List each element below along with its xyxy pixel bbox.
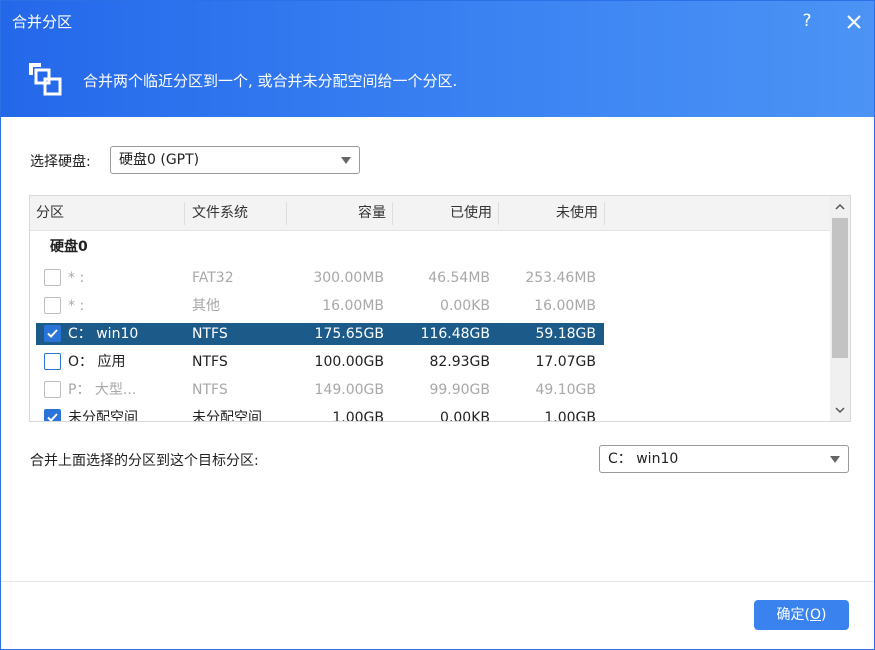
table-row[interactable]: 未分配空间 未分配空间 1.00GB 0.00KB 1.00GB [36, 407, 604, 422]
partition-filesystem: NTFS [192, 382, 228, 398]
partition-filesystem: FAT32 [192, 270, 234, 286]
partition-capacity: 1.00GB [332, 410, 384, 422]
partition-name: * : [68, 298, 85, 314]
partition-unused: 1.00GB [544, 410, 596, 422]
partition-unused: 17.07GB [535, 354, 596, 370]
partition-unused: 16.00MB [534, 298, 596, 314]
merge-partition-dialog: 合并分区 ? 合并两个临近分区到一个, 或合并未分配空间给一个分区. 选择硬盘:… [0, 0, 875, 650]
row-checkbox[interactable] [44, 325, 61, 342]
scroll-down-button[interactable] [830, 401, 850, 419]
disk-select-dropdown[interactable]: 硬盘0 (GPT) [110, 146, 360, 174]
column-divider [392, 202, 393, 225]
dialog-title: 合并分区 [12, 13, 73, 31]
row-checkbox [44, 381, 61, 398]
partition-capacity: 300.00MB [313, 270, 384, 286]
scrollbar-thumb[interactable] [832, 218, 848, 358]
table-header: 分区 文件系统 容量 已使用 未使用 [30, 196, 830, 231]
partition-unused: 59.18GB [535, 326, 596, 342]
disk-group-label: 硬盘0 [50, 239, 88, 255]
partition-name: C： win10 [68, 326, 139, 342]
table-row[interactable]: C： win10 NTFS 175.65GB 116.48GB 59.18GB [36, 323, 604, 345]
row-checkbox [44, 269, 61, 286]
table-row: * : FAT32 300.00MB 46.54MB 253.46MB [36, 267, 604, 289]
column-divider [184, 202, 185, 225]
chevron-down-icon [341, 157, 351, 164]
column-header-filesystem[interactable]: 文件系统 [192, 196, 248, 231]
partition-used: 116.48GB [420, 326, 490, 342]
target-partition-label: 合并上面选择的分区到这个目标分区: [30, 453, 259, 469]
partition-unused: 253.46MB [525, 270, 596, 286]
partition-filesystem: NTFS [192, 326, 228, 342]
column-divider [604, 202, 605, 225]
partition-name: O： 应用 [68, 354, 126, 370]
table-row: * : 其他 16.00MB 0.00KB 16.00MB [36, 295, 604, 317]
chevron-down-icon [835, 407, 845, 414]
column-header-unused[interactable]: 未使用 [504, 196, 598, 231]
row-checkbox [44, 297, 61, 314]
disk-select-label: 选择硬盘: [30, 154, 91, 170]
partition-used: 0.00KB [440, 410, 490, 422]
table-row: P： 大型... NTFS 149.00GB 99.90GB 49.10GB [36, 379, 604, 401]
partition-filesystem: 其他 [192, 298, 220, 314]
dialog-description: 合并两个临近分区到一个, 或合并未分配空间给一个分区. [83, 72, 458, 90]
partition-table: 分区 文件系统 容量 已使用 未使用 硬盘0 * : FAT32 300.00MB 4… [29, 195, 851, 422]
close-icon [847, 15, 861, 29]
dialog-header: 合并分区 ? 合并两个临近分区到一个, 或合并未分配空间给一个分区. [1, 1, 874, 117]
partition-name: 未分配空间 [68, 410, 138, 422]
partition-capacity: 149.00GB [314, 382, 384, 398]
partition-used: 99.90GB [429, 382, 490, 398]
column-header-partition[interactable]: 分区 [36, 196, 64, 231]
disk-select-value: 硬盘0 (GPT) [119, 152, 200, 168]
close-button[interactable] [841, 9, 867, 35]
checkmark-icon [47, 413, 58, 421]
partition-used: 0.00KB [440, 298, 490, 314]
ok-button[interactable]: 确定(O) [754, 600, 849, 630]
column-divider [498, 202, 499, 225]
target-partition-value: C： win10 [608, 451, 679, 467]
help-button[interactable]: ? [796, 9, 818, 33]
row-checkbox[interactable] [44, 353, 61, 370]
merge-partition-icon [27, 61, 63, 97]
row-checkbox[interactable] [44, 409, 61, 421]
chevron-up-icon [835, 203, 845, 210]
partition-name: P： 大型... [68, 382, 137, 398]
column-header-used[interactable]: 已使用 [398, 196, 492, 231]
target-partition-dropdown[interactable]: C： win10 [599, 445, 849, 473]
scroll-up-button[interactable] [830, 198, 850, 216]
partition-filesystem: 未分配空间 [192, 410, 262, 422]
vertical-scrollbar[interactable] [830, 196, 850, 421]
partition-used: 46.54MB [428, 270, 490, 286]
column-divider [286, 202, 287, 225]
table-row[interactable]: O： 应用 NTFS 100.00GB 82.93GB 17.07GB [36, 351, 604, 373]
partition-used: 82.93GB [429, 354, 490, 370]
partition-capacity: 100.00GB [314, 354, 384, 370]
column-header-capacity[interactable]: 容量 [292, 196, 386, 231]
partition-name: * : [68, 270, 85, 286]
partition-capacity: 16.00MB [322, 298, 384, 314]
chevron-down-icon [830, 456, 840, 463]
partition-filesystem: NTFS [192, 354, 228, 370]
footer-divider [1, 581, 874, 582]
checkmark-icon [47, 329, 58, 338]
partition-unused: 49.10GB [535, 382, 596, 398]
partition-capacity: 175.65GB [314, 326, 384, 342]
